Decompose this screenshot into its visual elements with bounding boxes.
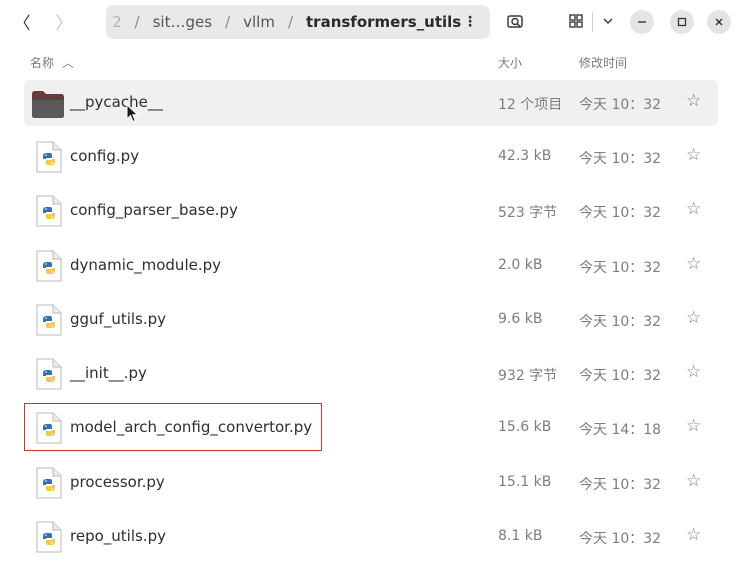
path-separator: / (225, 13, 231, 31)
file-size: 523 字节 (498, 205, 558, 221)
path-fade (106, 5, 136, 39)
column-headers: 名称 ︿ 大小 修改时间 (0, 44, 742, 78)
view-options-chevron-icon[interactable] (598, 8, 618, 34)
file-row[interactable]: config_parser_base.py 523 字节 今天 10：32 ☆ (24, 188, 718, 234)
path-bar[interactable]: 2 / sit…ges / vllm / transformers_utils … (106, 5, 490, 39)
folder-icon (30, 86, 66, 120)
file-name: config_parser_base.py (70, 201, 238, 219)
star-icon[interactable]: ☆ (686, 254, 701, 274)
file-size: 932 字节 (498, 368, 558, 384)
file-size: 8.1 kB (498, 528, 543, 544)
python-file-icon (30, 411, 66, 445)
python-file-icon (30, 249, 66, 283)
back-icon[interactable]: 〈 (8, 7, 36, 35)
file-row[interactable]: model_arch_config_convertor.py 15.6 kB 今… (24, 405, 718, 451)
file-size: 2.0 kB (498, 257, 543, 273)
file-size: 15.6 kB (498, 419, 552, 435)
star-icon[interactable]: ☆ (686, 525, 701, 545)
file-row[interactable]: dynamic_module.py 2.0 kB 今天 10：32 ☆ (24, 243, 718, 289)
star-icon[interactable]: ☆ (686, 362, 701, 382)
search-icon[interactable] (502, 8, 528, 34)
file-modified: 今天 10：32 (579, 151, 662, 167)
star-icon[interactable]: ☆ (686, 199, 701, 219)
star-icon[interactable]: ☆ (686, 145, 701, 165)
file-row[interactable]: __init__.py 932 字节 今天 10：32 ☆ (24, 351, 718, 397)
star-icon[interactable]: ☆ (686, 416, 701, 436)
file-row[interactable]: gguf_utils.py 9.6 kB 今天 10：32 ☆ (24, 297, 718, 343)
file-modified: 今天 10：32 (579, 205, 662, 221)
python-file-icon (30, 303, 66, 337)
file-modified: 今天 10：32 (579, 531, 662, 547)
column-header-size[interactable]: 大小 (498, 54, 522, 71)
python-file-icon (30, 466, 66, 500)
maximize-icon[interactable] (670, 10, 694, 34)
file-size: 42.3 kB (498, 148, 552, 164)
minimize-icon[interactable] (630, 10, 654, 34)
file-modified: 今天 10：32 (579, 477, 662, 493)
file-name: processor.py (70, 473, 165, 491)
column-header-name-label: 名称 (30, 56, 55, 70)
path-segment-current[interactable]: transformers_utils (302, 13, 465, 31)
file-name: model_arch_config_convertor.py (70, 418, 313, 436)
file-name: config.py (70, 147, 140, 165)
file-size: 9.6 kB (498, 311, 543, 327)
python-file-icon (30, 357, 66, 391)
path-separator: / (287, 13, 293, 31)
file-row[interactable]: config.py 42.3 kB 今天 10：32 ☆ (24, 134, 718, 180)
file-name: gguf_utils.py (70, 310, 167, 328)
file-modified: 今天 10：32 (579, 260, 662, 276)
grid-view-icon[interactable] (564, 8, 588, 34)
sort-ascending-icon: ︿ (61, 56, 74, 70)
file-modified: 今天 10：32 (579, 314, 662, 330)
column-header-name[interactable]: 名称 ︿ (30, 54, 74, 71)
toolbar-divider (592, 12, 593, 32)
file-row[interactable]: processor.py 15.1 kB 今天 10：32 ☆ (24, 460, 718, 506)
star-icon[interactable]: ☆ (686, 91, 701, 111)
file-name: repo_utils.py (70, 527, 166, 545)
file-modified: 今天 10：32 (579, 368, 662, 384)
python-file-icon (30, 140, 66, 174)
file-modified: 今天 14：18 (579, 422, 662, 438)
file-name: __init__.py (70, 364, 147, 382)
path-segment[interactable]: vllm (239, 13, 279, 31)
python-file-icon (30, 520, 66, 554)
file-name: __pycache__ (70, 93, 163, 111)
star-icon[interactable]: ☆ (686, 308, 701, 328)
file-name: dynamic_module.py (70, 256, 222, 274)
column-header-modified[interactable]: 修改时间 (579, 54, 627, 71)
mouse-cursor-icon (126, 103, 140, 128)
forward-icon[interactable]: 〉 (50, 7, 78, 35)
file-size: 15.1 kB (498, 474, 552, 490)
file-row[interactable]: repo_utils.py 8.1 kB 今天 10：32 ☆ (24, 514, 718, 560)
star-icon[interactable]: ☆ (686, 471, 701, 491)
file-modified: 今天 10：32 (579, 97, 662, 113)
path-segment[interactable]: sit…ges (149, 13, 216, 31)
header-bar: 〈 〉 2 / sit…ges / vllm / transformers_ut… (0, 0, 742, 44)
python-file-icon (30, 194, 66, 228)
file-size: 12 个项目 (498, 97, 563, 113)
path-menu-icon[interactable]: ⋮ (458, 10, 482, 34)
close-icon[interactable] (707, 10, 731, 34)
